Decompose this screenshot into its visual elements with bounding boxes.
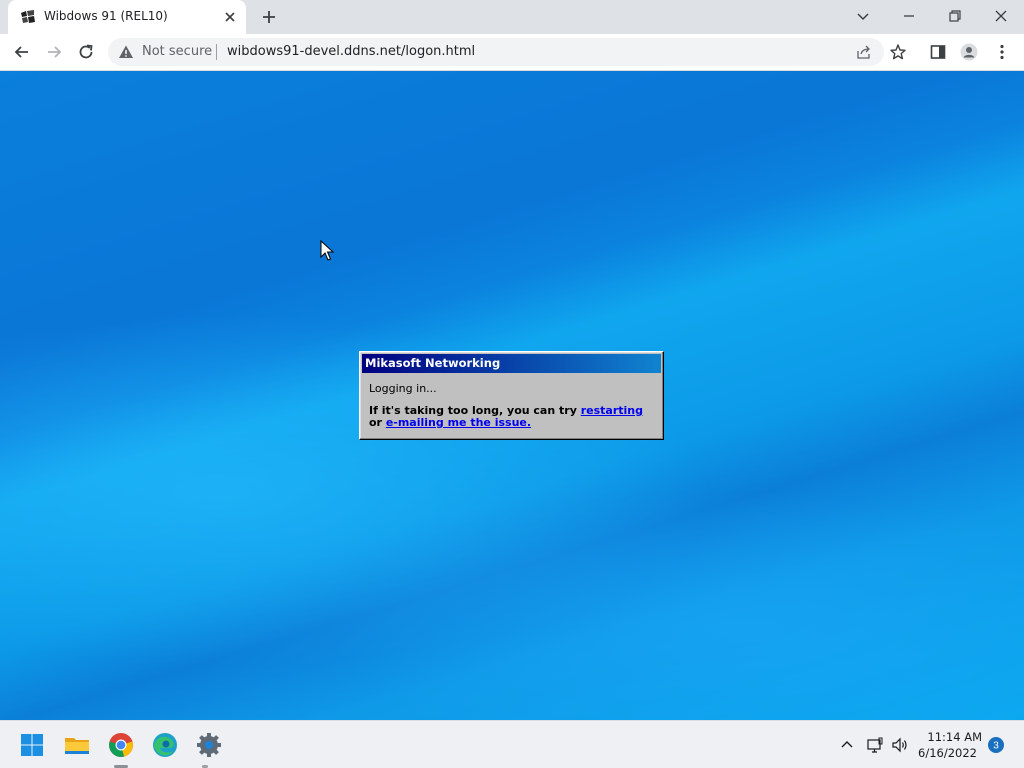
help-message: If it's taking too long, you can try res…	[369, 405, 654, 429]
networking-dialog: Mikasoft Networking Logging in... If it'…	[359, 351, 664, 440]
volume-icon[interactable]	[891, 736, 909, 754]
settings-icon[interactable]	[195, 731, 223, 759]
restore-icon[interactable]	[945, 6, 965, 26]
windows-taskbar: 11:14 AM 6/16/2022	[0, 720, 1024, 768]
browser-tab[interactable]: Wibdows 91 (REL10)	[8, 0, 246, 34]
email-link[interactable]: e-mailing me the issue.	[386, 416, 531, 429]
chevron-down-icon[interactable]	[853, 6, 873, 26]
chevron-up-icon[interactable]	[838, 736, 856, 754]
windows-start-icon[interactable]	[18, 731, 46, 759]
network-icon[interactable]	[866, 736, 884, 754]
chrome-icon[interactable]	[107, 731, 135, 759]
minimize-icon[interactable]	[899, 6, 919, 26]
wibdows-desktop: Mikasoft Networking Logging in... If it'…	[0, 71, 1024, 720]
notification-count: 3	[993, 741, 999, 752]
forward-arrow-icon[interactable]	[44, 42, 64, 62]
address-bar[interactable]: Not secure wibdows91-devel.ddns.net/logo…	[108, 38, 884, 66]
side-panel-icon[interactable]	[929, 43, 947, 61]
url-text[interactable]: wibdows91-devel.ddns.net/logon.html	[227, 44, 475, 59]
omnibox-divider	[216, 44, 217, 60]
share-icon[interactable]	[856, 44, 872, 60]
browser-toolbar: Not secure wibdows91-devel.ddns.net/logo…	[0, 34, 1024, 71]
star-icon[interactable]	[889, 43, 907, 61]
file-explorer-icon[interactable]	[63, 731, 91, 759]
login-status-text: Logging in...	[369, 382, 437, 395]
security-status-text[interactable]: Not secure	[142, 44, 212, 59]
plus-icon[interactable]	[260, 8, 278, 26]
wibdows-logo-icon	[21, 10, 35, 23]
kebab-menu-icon[interactable]	[993, 43, 1011, 61]
mouse-cursor-icon	[320, 240, 334, 261]
reload-icon[interactable]	[76, 42, 96, 62]
profile-icon[interactable]	[960, 43, 978, 61]
clock-time[interactable]: 11:14 AM	[922, 730, 982, 744]
browser-tab-strip: Wibdows 91 (REL10)	[0, 0, 1024, 34]
notification-badge[interactable]: 3	[987, 736, 1005, 754]
clock-date[interactable]: 6/16/2022	[917, 746, 977, 760]
restart-link[interactable]: restarting	[581, 404, 643, 417]
help-message-middle: or	[369, 416, 386, 429]
dialog-titlebar[interactable]: Mikasoft Networking	[362, 354, 661, 373]
edge-icon[interactable]	[151, 731, 179, 759]
dialog-title: Mikasoft Networking	[365, 356, 501, 370]
back-arrow-icon[interactable]	[12, 42, 32, 62]
close-icon[interactable]	[222, 9, 238, 25]
warning-triangle-icon[interactable]	[118, 44, 134, 60]
close-icon[interactable]	[991, 6, 1011, 26]
tab-title: Wibdows 91 (REL10)	[44, 9, 168, 23]
